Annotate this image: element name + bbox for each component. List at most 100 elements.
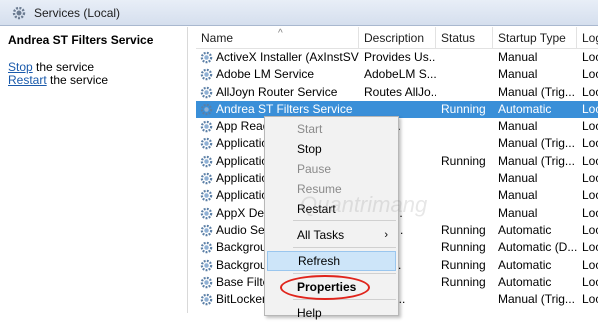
service-startup-cell: Automatic <box>498 274 552 289</box>
service-status-cell <box>436 170 493 187</box>
service-name: Applicatio <box>216 171 269 186</box>
service-status-cell <box>436 291 493 308</box>
service-startup-cell: Manual <box>498 67 538 82</box>
restart-action: Restart the service <box>8 74 179 87</box>
service-name-cell: ActiveX Installer (AxInstSV) <box>196 49 359 66</box>
service-startup-cell: Manual (Trig... <box>498 292 575 307</box>
service-gear-icon <box>200 120 213 133</box>
service-details-pane: Andrea ST Filters Service Stop the servi… <box>0 27 188 313</box>
properties-highlight-ellipse <box>280 275 370 300</box>
service-logon-cell: Loc <box>582 153 598 168</box>
service-logon-cell: Loc <box>582 84 598 99</box>
service-startup-cell: Manual (Trig... <box>498 84 575 99</box>
service-gear-icon <box>200 155 213 168</box>
service-logon-cell: Loc <box>582 205 598 220</box>
restart-service-link[interactable]: Restart <box>8 73 47 87</box>
service-logon-cell: Loc <box>582 101 598 116</box>
service-logon-cell: Loc <box>582 171 598 186</box>
service-status-cell <box>436 135 493 152</box>
submenu-arrow-icon: › <box>384 229 388 241</box>
window-title-bar: Services (Local) <box>0 0 598 26</box>
restart-action-text: the service <box>46 73 109 87</box>
service-logon-cell: Loc <box>582 292 598 307</box>
service-logon-cell: Loc <box>582 50 598 64</box>
menu-item-all-tasks[interactable]: All Tasks › <box>267 225 396 245</box>
column-header-description[interactable]: Description <box>359 27 436 49</box>
service-description-cell: AdobeLM S... <box>364 67 436 82</box>
service-status-cell: Running <box>441 257 486 272</box>
service-status-cell <box>436 49 493 66</box>
column-header-log-on-as[interactable]: Log <box>577 27 598 49</box>
service-name: AllJoyn Router Service <box>216 84 338 99</box>
service-gear-icon <box>200 276 213 289</box>
service-startup-cell: Manual (Trig... <box>498 153 575 168</box>
table-row[interactable]: ActiveX Installer (AxInstSV) Provides Us.… <box>196 49 598 66</box>
service-startup-cell: Automatic (D... <box>498 240 577 255</box>
column-header-name[interactable]: Name ^ <box>196 27 359 49</box>
menu-item-pause[interactable]: Pause <box>267 159 396 179</box>
service-status-cell <box>436 187 493 204</box>
service-status-cell: Running <box>441 222 486 237</box>
menu-item-stop[interactable]: Stop <box>267 139 396 159</box>
service-name-cell: Adobe LM Service <box>196 66 359 83</box>
service-gear-icon <box>200 86 213 98</box>
service-status-cell <box>436 84 493 101</box>
service-gear-icon <box>200 259 213 271</box>
service-gear-icon <box>200 69 213 81</box>
service-status-cell: Running <box>441 101 486 116</box>
service-startup-cell: Automatic <box>498 257 552 272</box>
service-gear-icon <box>200 190 213 202</box>
menu-separator <box>293 247 396 248</box>
service-logon-cell: Loc <box>582 67 598 82</box>
window-title: Services (Local) <box>34 5 121 20</box>
service-startup-cell: Automatic <box>498 222 552 237</box>
service-status-cell: Running <box>441 240 486 255</box>
service-startup-cell: Manual <box>498 205 538 220</box>
menu-item-start[interactable]: Start <box>267 119 396 139</box>
service-logon-cell: Loc <box>582 257 598 272</box>
service-description-cell: Routes AllJo... <box>364 84 436 99</box>
services-gear-icon <box>12 6 26 19</box>
service-gear-icon <box>200 242 213 254</box>
service-gear-icon <box>200 224 213 237</box>
service-gear-icon <box>200 51 213 64</box>
service-logon-cell: Loc <box>582 240 598 255</box>
service-name: AppX Dep <box>216 205 271 220</box>
service-logon-cell: Loc <box>582 119 598 134</box>
service-startup-cell: Manual <box>498 171 538 186</box>
service-startup-cell: Manual <box>498 119 538 134</box>
service-logon-cell: Loc <box>582 222 598 237</box>
service-status-cell <box>436 66 493 83</box>
service-gear-icon <box>200 103 213 116</box>
service-name: Applicatio <box>216 153 269 168</box>
menu-item-help[interactable]: Help <box>267 303 396 323</box>
service-name: Applicatio <box>216 188 269 203</box>
watermark: Quantrimang <box>300 192 428 217</box>
service-status-cell <box>436 205 493 222</box>
menu-separator <box>293 220 396 221</box>
service-gear-icon <box>200 293 213 306</box>
service-logon-cell: Loc <box>582 274 598 289</box>
menu-separator <box>293 273 396 274</box>
service-startup-cell: Manual (Trig... <box>498 136 575 151</box>
service-status-cell: Running <box>441 153 486 168</box>
service-status-cell <box>436 118 493 135</box>
column-header-startup-type[interactable]: Startup Type <box>493 27 577 49</box>
service-name: ActiveX Installer (AxInstSV) <box>216 50 359 64</box>
menu-item-refresh[interactable]: Refresh <box>267 251 396 271</box>
column-name-label: Name <box>201 31 234 45</box>
service-description-cell: Provides Us... <box>364 50 436 64</box>
all-tasks-label: All Tasks <box>297 228 345 242</box>
service-gear-icon <box>200 138 213 150</box>
service-startup-cell: Manual <box>498 188 538 203</box>
stop-service-link[interactable]: Stop <box>8 60 33 74</box>
table-row[interactable]: Adobe LM Service AdobeLM S... Manual Loc <box>196 66 598 83</box>
column-header-status[interactable]: Status <box>436 27 493 49</box>
service-startup-cell: Manual <box>498 50 538 64</box>
service-logon-cell: Loc <box>582 136 598 151</box>
selected-service-title: Andrea ST Filters Service <box>8 33 154 47</box>
service-name: Adobe LM Service <box>216 67 315 82</box>
table-row[interactable]: AllJoyn Router Service Routes AllJo... Man… <box>196 84 598 101</box>
service-name-cell: AllJoyn Router Service <box>196 84 359 101</box>
service-name: Applicatio <box>216 136 269 151</box>
